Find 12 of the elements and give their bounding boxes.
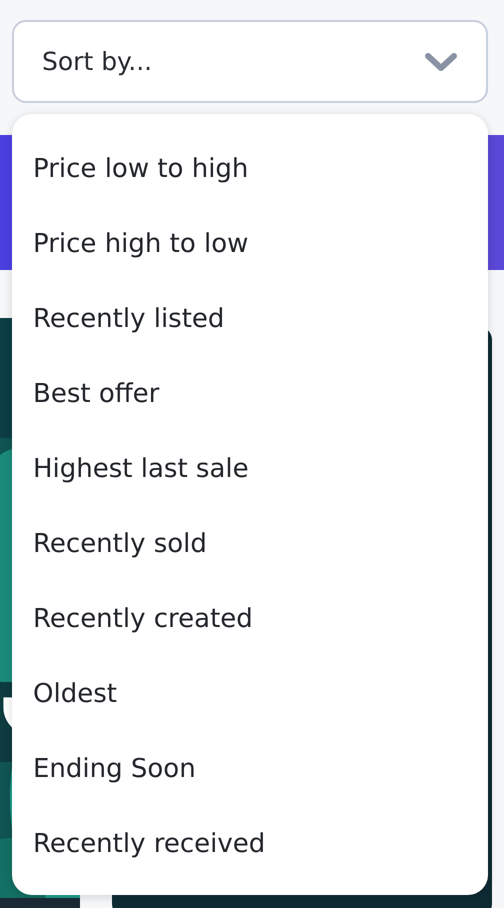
chevron-down-icon (424, 50, 458, 72)
menu-item[interactable]: Price high to low (33, 228, 248, 258)
menu-item[interactable]: Price low to high (33, 154, 248, 184)
menu-item[interactable]: Highest last sale (33, 454, 249, 484)
menu-item[interactable]: Recently sold (33, 528, 207, 558)
menu-item[interactable]: Best offer (33, 378, 160, 408)
menu-item[interactable]: Ending Soon (33, 754, 196, 784)
menu-item[interactable]: Recently created (33, 604, 253, 634)
sort-dropdown[interactable]: Sort by... (12, 20, 488, 103)
menu-item[interactable]: Oldest (33, 678, 117, 708)
menu-item[interactable]: Recently listed (33, 304, 224, 334)
menu-item[interactable]: Recently received (33, 828, 266, 858)
